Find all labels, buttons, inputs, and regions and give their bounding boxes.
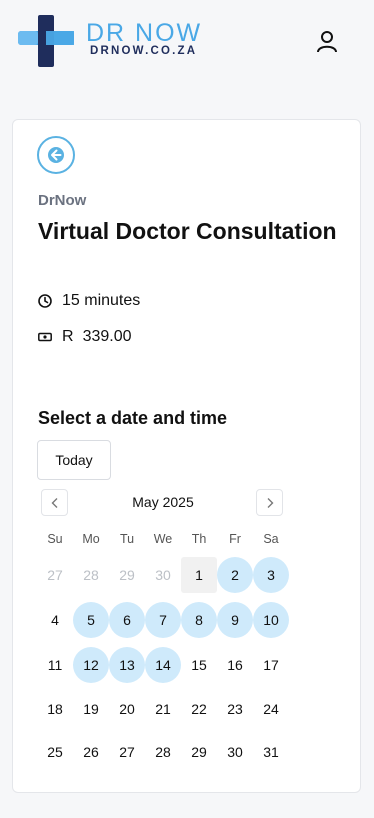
booking-card: DrNow Virtual Doctor Consultation 15 min… <box>12 119 361 793</box>
calendar-day: 26 <box>83 744 99 760</box>
calendar-day: 25 <box>47 744 63 760</box>
chevron-right-icon <box>267 497 273 508</box>
available-day[interactable]: 12 <box>73 647 109 683</box>
available-day[interactable]: 10 <box>253 602 289 638</box>
clock-icon <box>38 294 52 308</box>
available-day[interactable]: 2 <box>217 557 253 593</box>
calendar-day: 18 <box>47 701 63 717</box>
today-button[interactable]: Today <box>37 440 111 480</box>
next-month-button[interactable] <box>256 489 283 516</box>
calendar-day: 20 <box>119 701 135 717</box>
weekday-label: Su <box>47 532 63 546</box>
duration-text: 15 minutes <box>62 292 141 309</box>
weekday-label: Sa <box>263 532 279 546</box>
outside-month-day: 27 <box>47 567 63 583</box>
available-day[interactable]: 9 <box>217 602 253 638</box>
available-day[interactable]: 5 <box>73 602 109 638</box>
weekday-label: Fr <box>229 532 241 546</box>
brand-domain: DRNOW.CO.ZA <box>90 45 198 57</box>
available-day[interactable]: 7 <box>145 602 181 638</box>
section-heading: Select a date and time <box>38 408 228 428</box>
prev-month-button[interactable] <box>41 489 68 516</box>
weekday-label: Tu <box>119 532 135 546</box>
duration-row: 15 minutes <box>38 292 140 310</box>
back-button[interactable] <box>37 136 75 174</box>
calendar-day: 21 <box>155 701 171 717</box>
month-label: May 2025 <box>132 494 194 510</box>
user-icon[interactable] <box>314 28 340 54</box>
arrow-left-icon <box>48 147 64 163</box>
available-day[interactable]: 6 <box>109 602 145 638</box>
organizer-name: DrNow <box>38 192 87 209</box>
available-day[interactable]: 8 <box>181 602 217 638</box>
calendar-day: 24 <box>263 701 279 717</box>
price-currency: R <box>62 328 74 345</box>
event-title: Virtual Doctor Consultation <box>38 218 337 244</box>
available-day[interactable]: 3 <box>253 557 289 593</box>
price-row: R 339.00 <box>38 328 132 346</box>
outside-month-day: 29 <box>119 567 135 583</box>
site-header: DR NOW DRNOW.CO.ZA <box>0 0 374 96</box>
cash-icon <box>38 330 52 344</box>
calendar-day: 29 <box>191 744 207 760</box>
today-day: 1 <box>181 557 217 593</box>
available-day[interactable]: 13 <box>109 647 145 683</box>
calendar-day: 30 <box>227 744 243 760</box>
logo-cross-icon[interactable] <box>18 15 76 67</box>
calendar-day: 15 <box>191 657 207 673</box>
outside-month-day: 28 <box>83 567 99 583</box>
calendar-day: 16 <box>227 657 243 673</box>
chevron-left-icon <box>51 497 57 508</box>
price-amount: 339.00 <box>82 328 132 345</box>
weekday-label: We <box>153 532 173 546</box>
calendar-day: 11 <box>47 657 63 673</box>
outside-month-day: 30 <box>155 567 171 583</box>
calendar-day: 17 <box>263 657 279 673</box>
calendar-day: 31 <box>263 744 279 760</box>
calendar-day: 27 <box>119 744 135 760</box>
available-day[interactable]: 14 <box>145 647 181 683</box>
brand-name[interactable]: DR NOW <box>86 19 202 48</box>
weekday-label: Mo <box>82 532 100 546</box>
calendar-day: 19 <box>83 701 99 717</box>
calendar-day: 22 <box>191 701 207 717</box>
calendar-day: 23 <box>227 701 243 717</box>
calendar-day: 28 <box>155 744 171 760</box>
calendar-day: 4 <box>51 612 59 628</box>
weekday-label: Th <box>191 532 207 546</box>
